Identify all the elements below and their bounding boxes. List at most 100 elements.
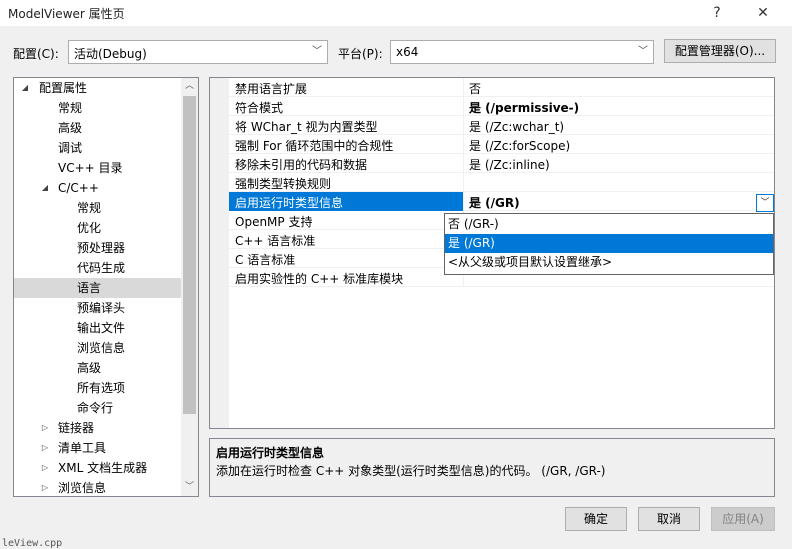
property-tree[interactable]: ◢ 配置属性 常规 高级 调试 VC++ 目录 ◢ C/C++ 常规 优化 预处理器 代码生成 语言 预编…	[13, 77, 199, 497]
dropdown-toggle-button[interactable]: ﹀	[756, 194, 774, 212]
config-manager-button[interactable]: 配置管理器(O)...	[664, 39, 776, 63]
tree-item[interactable]: ◢ 配置属性	[14, 78, 181, 98]
config-select[interactable]: 活动(Debug) ﹀	[68, 40, 328, 64]
tree-item-label: 预处理器	[77, 241, 126, 255]
tree-item-label: 高级	[58, 121, 83, 135]
tree-item-label: 调试	[58, 141, 83, 155]
column-divider	[463, 135, 464, 154]
tree-item[interactable]: 常规	[14, 98, 181, 118]
tree-item[interactable]: 浏览信息	[14, 338, 181, 358]
tree-item[interactable]: ▷ 链接器	[14, 418, 181, 438]
platform-select[interactable]: x64 ﹀	[390, 40, 654, 64]
tree-item-label: 输出文件	[77, 321, 126, 335]
column-divider	[463, 173, 464, 192]
property-name: C++ 语言标准	[235, 234, 316, 248]
title-bar: ModelViewer 属性页 ? ✕	[0, 0, 792, 26]
column-divider	[463, 78, 464, 97]
property-value: 是 (/Zc:wchar_t)	[469, 120, 565, 134]
property-row[interactable]: 符合模式 是 (/permissive-)	[229, 97, 774, 116]
collapsed-icon[interactable]: ▷	[40, 438, 50, 458]
cancel-button[interactable]: 取消	[638, 507, 700, 531]
tree-item[interactable]: ▷ 清单工具	[14, 438, 181, 458]
tree-item-label: 所有选项	[77, 381, 126, 395]
scroll-thumb[interactable]	[183, 96, 196, 414]
collapsed-icon[interactable]: ▷	[40, 418, 50, 438]
column-divider	[463, 116, 464, 135]
tree-item[interactable]: ◢ C/C++	[14, 178, 181, 198]
property-value: 是 (/permissive-)	[469, 101, 580, 115]
column-divider	[463, 154, 464, 173]
platform-label: 平台(P):	[338, 47, 383, 61]
tree-item-label: C/C++	[58, 181, 99, 195]
tree-item-label: 浏览信息	[77, 341, 126, 355]
dropdown-option[interactable]: <从父级或项目默认设置继承>	[445, 253, 773, 272]
property-value: 是 (/GR)	[469, 196, 520, 210]
tree-item-label: 清单工具	[58, 441, 107, 455]
property-name: 启用实验性的 C++ 标准库模块	[235, 272, 404, 286]
tree-item[interactable]: 输出文件	[14, 318, 181, 338]
tree-item[interactable]: ▷ 浏览信息	[14, 478, 181, 496]
property-row[interactable]: 强制 For 循环范围中的合规性 是 (/Zc:forScope)	[229, 135, 774, 154]
chevron-down-icon[interactable]: ﹀	[181, 479, 198, 496]
tree-item[interactable]: 预处理器	[14, 238, 181, 258]
tree-item[interactable]: 调试	[14, 138, 181, 158]
window-title: ModelViewer 属性页	[8, 7, 125, 21]
tree-item-label: VC++ 目录	[58, 161, 123, 175]
tree-item-label: 配置属性	[39, 81, 88, 95]
tree-item[interactable]: 代码生成	[14, 258, 181, 278]
property-row[interactable]: 移除未引用的代码和数据 是 (/Zc:inline)	[229, 154, 774, 173]
config-label: 配置(C):	[13, 47, 59, 61]
tree-item[interactable]: 语言	[14, 278, 181, 298]
background-file-text: leView.cpp	[2, 538, 63, 549]
apply-button[interactable]: 应用(A)	[711, 507, 775, 531]
chevron-up-icon[interactable]: ︿	[181, 78, 198, 95]
dropdown-option[interactable]: 是 (/GR)	[445, 234, 773, 253]
property-value: 是 (/Zc:inline)	[469, 158, 550, 172]
expanded-icon[interactable]: ◢	[20, 78, 30, 98]
tree-item-label: 优化	[77, 221, 102, 235]
close-button[interactable]: ✕	[748, 2, 778, 24]
tree-item-label: 命令行	[77, 401, 114, 415]
dropdown-option[interactable]: 否 (/GR-)	[445, 215, 773, 234]
property-row[interactable]: 启用运行时类型信息 是 (/GR)	[229, 192, 774, 211]
chevron-down-icon: ﹀	[312, 46, 322, 57]
collapsed-icon[interactable]: ▷	[40, 478, 50, 496]
tree-item[interactable]: 优化	[14, 218, 181, 238]
tree-item-label: 高级	[77, 361, 102, 375]
property-name: 符合模式	[235, 101, 284, 115]
property-name: 强制 For 循环范围中的合规性	[235, 139, 394, 153]
tree-item-label: 常规	[58, 101, 83, 115]
tree-item[interactable]: 预编译头	[14, 298, 181, 318]
platform-value: x64	[396, 45, 419, 59]
tree-scrollbar[interactable]: ︿ ﹀	[181, 78, 198, 496]
chevron-down-icon: ﹀	[638, 46, 648, 57]
tree-item[interactable]: VC++ 目录	[14, 158, 181, 178]
description-title: 启用运行时类型信息	[216, 446, 325, 460]
tree-item[interactable]: ▷ XML 文档生成器	[14, 458, 181, 478]
column-divider	[463, 97, 464, 116]
tree-item[interactable]: 常规	[14, 198, 181, 218]
property-row[interactable]: 强制类型转换规则	[229, 173, 774, 192]
ok-button[interactable]: 确定	[565, 507, 627, 531]
expanded-icon[interactable]: ◢	[40, 178, 50, 198]
help-button[interactable]: ?	[702, 2, 732, 24]
property-value: 是 (/Zc:forScope)	[469, 139, 571, 153]
config-value: 活动(Debug)	[74, 47, 147, 61]
property-value: 否	[469, 82, 482, 96]
value-dropdown-list[interactable]: 否 (/GR-) 是 (/GR) <从父级或项目默认设置继承>	[444, 213, 774, 275]
grid-margin	[210, 78, 229, 428]
property-name: 将 WChar_t 视为内置类型	[235, 120, 378, 134]
property-name: 禁用语言扩展	[235, 82, 308, 96]
description-text: 添加在运行时检查 C++ 对象类型(运行时类型信息)的代码。 (/GR, /GR…	[216, 464, 606, 478]
tree-item[interactable]: 所有选项	[14, 378, 181, 398]
tree-item-label: XML 文档生成器	[58, 461, 148, 475]
tree-item[interactable]: 高级	[14, 358, 181, 378]
property-row[interactable]: 禁用语言扩展 否	[229, 78, 774, 97]
tree-item[interactable]: 高级	[14, 118, 181, 138]
collapsed-icon[interactable]: ▷	[40, 458, 50, 478]
property-name: 启用运行时类型信息	[235, 196, 344, 210]
property-row[interactable]: 将 WChar_t 视为内置类型 是 (/Zc:wchar_t)	[229, 116, 774, 135]
property-name: OpenMP 支持	[235, 215, 313, 229]
description-panel: 启用运行时类型信息 添加在运行时检查 C++ 对象类型(运行时类型信息)的代码。…	[209, 438, 775, 497]
tree-item[interactable]: 命令行	[14, 398, 181, 418]
